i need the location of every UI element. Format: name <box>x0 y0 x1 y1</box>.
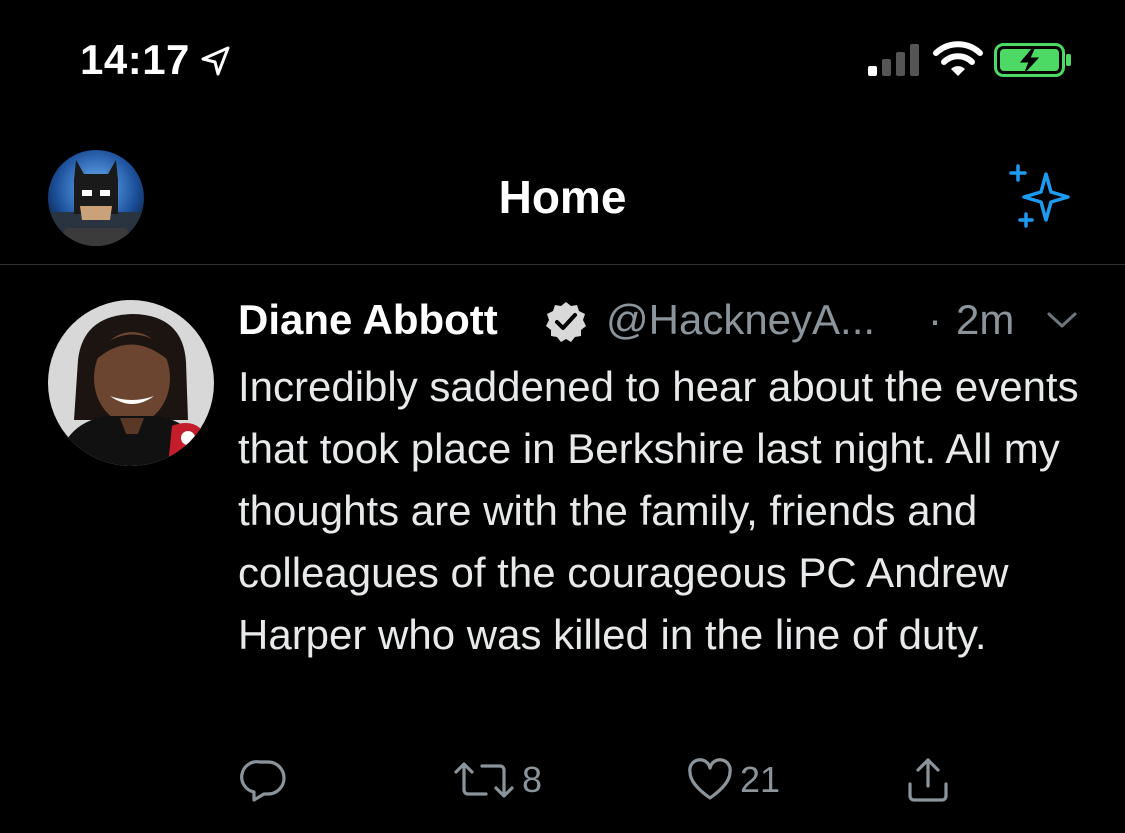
wifi-icon <box>933 41 983 76</box>
heart-icon <box>688 758 732 800</box>
tweet-author-avatar[interactable] <box>48 300 214 466</box>
tweet-timestamp[interactable]: 2m <box>956 296 1014 344</box>
tweet-header: Diane Abbott @HackneyA... · 2m <box>238 296 1098 352</box>
reply-button[interactable] <box>240 752 294 808</box>
like-count: 21 <box>740 759 781 800</box>
author-display-name[interactable]: Diane Abbott <box>238 296 498 344</box>
page-title: Home <box>498 171 627 223</box>
share-icon <box>908 758 948 802</box>
status-bar: 14:17 <box>0 0 1125 120</box>
separator-dot: · <box>928 296 942 343</box>
share-button[interactable] <box>904 752 952 808</box>
author-photo-icon <box>48 300 214 466</box>
sparkle-icon[interactable] <box>1004 160 1078 234</box>
verified-badge-icon <box>546 302 586 342</box>
status-time: 14:17 <box>80 36 190 83</box>
like-button[interactable]: 21 <box>686 752 780 808</box>
author-handle[interactable]: @HackneyA... <box>606 296 875 344</box>
tweet-body: Incredibly saddened to hear about the ev… <box>238 363 1079 658</box>
battery-charging-icon <box>994 43 1071 77</box>
home-header: Home <box>0 140 1125 265</box>
tweet-actions: 8 21 <box>0 752 1125 812</box>
cellular-signal-icon <box>868 44 919 76</box>
retweet-button[interactable]: 8 <box>452 752 542 808</box>
reply-icon <box>240 760 286 802</box>
tweet[interactable]: Diane Abbott @HackneyA... · 2m Incredibl… <box>0 266 1125 833</box>
chevron-down-icon[interactable] <box>1044 308 1080 332</box>
retweet-icon <box>454 762 514 798</box>
location-arrow-icon <box>201 46 230 76</box>
retweet-count: 8 <box>522 759 543 800</box>
